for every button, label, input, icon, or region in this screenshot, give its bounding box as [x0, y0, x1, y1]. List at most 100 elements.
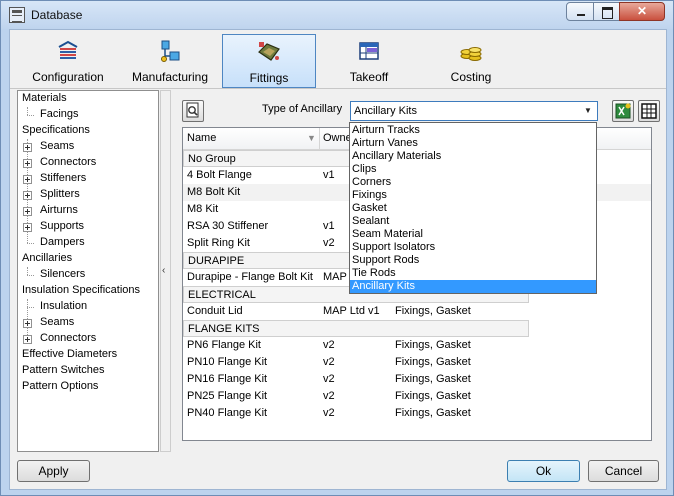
dropdown-option[interactable]: Airturn Vanes — [350, 137, 596, 150]
apply-button[interactable]: Apply — [17, 460, 90, 482]
tree-item-insulation-specifications[interactable]: Insulation Specifications — [18, 283, 158, 299]
tree-item-silencers[interactable]: Silencers — [18, 267, 158, 283]
title-bar[interactable]: Database — [1, 1, 673, 29]
ancillary-type-dropdown[interactable]: Airturn Tracks Airturn Vanes Ancillary M… — [349, 122, 597, 294]
cell-owner: v1 — [323, 220, 335, 232]
tree-item-specifications[interactable]: Specifications — [18, 123, 158, 139]
ancillary-type-select[interactable]: Ancillary Kits ▼ — [350, 101, 598, 121]
column-header-name[interactable]: Name — [187, 132, 216, 144]
maximize-button[interactable] — [593, 2, 620, 21]
cell-name: M8 Bolt Kit — [187, 186, 241, 198]
group-label: ELECTRICAL — [188, 289, 256, 301]
tree-item-pattern-options[interactable]: Pattern Options — [18, 379, 158, 395]
tree-item-insulation[interactable]: Insulation — [18, 299, 158, 315]
tree-item-materials[interactable]: Materials — [18, 91, 158, 107]
tree-item-label: Connectors — [40, 332, 97, 344]
tree-item-seams[interactable]: Seams — [18, 139, 158, 155]
cell-items: Fixings, Gasket — [395, 356, 471, 368]
cell-name: PN40 Flange Kit — [187, 407, 268, 419]
cell-name: PN16 Flange Kit — [187, 373, 268, 385]
toolbar-item-configuration[interactable]: Configuration — [22, 34, 114, 88]
cell-owner: v2 — [323, 339, 335, 351]
tree-item-stiffeners[interactable]: Stiffeners — [18, 171, 158, 187]
dropdown-option-selected[interactable]: Ancillary Kits — [350, 280, 596, 293]
expand-icon[interactable] — [23, 159, 32, 168]
tree-connector — [27, 243, 34, 244]
dropdown-option[interactable]: Tie Rods — [350, 267, 596, 280]
collapse-splitter[interactable]: ‹ — [160, 90, 171, 452]
tree-item-label: Seams — [40, 316, 75, 328]
expand-icon[interactable] — [23, 143, 32, 152]
cell-owner: v2 — [323, 237, 335, 249]
ok-button[interactable]: Ok — [507, 460, 580, 482]
group-row[interactable]: FLANGE KITS — [183, 320, 529, 337]
table-row[interactable]: PN16 Flange Kit v2 Fixings, Gasket — [183, 371, 651, 388]
expand-icon[interactable] — [23, 191, 32, 200]
toolbar-item-fittings[interactable]: Fittings — [222, 34, 316, 88]
toolbar-item-takeoff[interactable]: Takeoff — [326, 34, 412, 88]
cell-name: M8 Kit — [187, 203, 219, 215]
expand-icon[interactable] — [23, 175, 32, 184]
tree-connector — [27, 307, 34, 308]
dropdown-option[interactable]: Support Isolators — [350, 241, 596, 254]
cell-items: Fixings, Gasket — [395, 339, 471, 351]
table-row[interactable]: PN10 Flange Kit v2 Fixings, Gasket — [183, 354, 651, 371]
toolbar-item-costing[interactable]: Costing — [426, 34, 516, 88]
table-row[interactable]: PN25 Flange Kit v2 Fixings, Gasket — [183, 388, 651, 405]
dropdown-option[interactable]: Ancillary Materials — [350, 150, 596, 163]
cell-name: PN25 Flange Kit — [187, 390, 268, 402]
takeoff-icon — [359, 42, 379, 60]
grid-view-button[interactable] — [638, 100, 660, 122]
group-label: DURAPIPE — [188, 255, 245, 267]
type-of-ancillary-label: Type of Ancillary — [262, 103, 343, 115]
search-document-icon — [186, 102, 199, 118]
tree-item-label: Insulation Specifications — [22, 284, 141, 296]
close-button[interactable] — [619, 2, 665, 21]
cell-items: Fixings, Gasket — [395, 390, 471, 402]
dropdown-option[interactable]: Airturn Tracks — [350, 124, 596, 137]
table-row[interactable]: PN40 Flange Kit v2 Fixings, Gasket — [183, 405, 651, 422]
dropdown-option[interactable]: Seam Material — [350, 228, 596, 241]
dropdown-option[interactable]: Gasket — [350, 202, 596, 215]
minimize-button[interactable] — [566, 2, 594, 21]
tree-item-label: Effective Diameters — [22, 348, 118, 360]
dropdown-option[interactable]: Fixings — [350, 189, 596, 202]
tree-item-pattern-switches[interactable]: Pattern Switches — [18, 363, 158, 379]
table-row[interactable]: PN6 Flange Kit v2 Fixings, Gasket — [183, 337, 651, 354]
category-tree[interactable]: Materials Facings Specifications Seams C… — [17, 90, 159, 452]
expand-icon[interactable] — [23, 319, 32, 328]
tree-item-label: Pattern Switches — [22, 364, 105, 376]
tree-item-effective-diameters[interactable]: Effective Diameters — [18, 347, 158, 363]
category-toolbar: Configuration Manufacturing Fittings Tak… — [10, 30, 666, 89]
tree-item-splitters[interactable]: Splitters — [18, 187, 158, 203]
tree-item-label: Facings — [40, 108, 79, 120]
group-label: FLANGE KITS — [188, 323, 260, 335]
tree-item-ancillaries[interactable]: Ancillaries — [18, 251, 158, 267]
toolbar-item-manufacturing[interactable]: Manufacturing — [120, 34, 220, 88]
tree-item-airturns[interactable]: Airturns — [18, 203, 158, 219]
column-header-owner[interactable]: Owne — [323, 132, 352, 144]
expand-icon[interactable] — [23, 335, 32, 344]
column-separator[interactable] — [319, 128, 320, 150]
cell-name: Split Ring Kit — [187, 237, 250, 249]
cell-name: 4 Bolt Flange — [187, 169, 252, 181]
dropdown-option[interactable]: Clips — [350, 163, 596, 176]
tree-item-insulation-seams[interactable]: Seams — [18, 315, 158, 331]
expand-icon[interactable] — [23, 207, 32, 216]
expand-icon[interactable] — [23, 223, 32, 232]
cancel-button[interactable]: Cancel — [588, 460, 659, 482]
tree-item-label: Stiffeners — [40, 172, 87, 184]
table-row[interactable]: Conduit Lid MAP Ltd v1 Fixings, Gasket — [183, 303, 651, 320]
search-button[interactable] — [182, 100, 204, 122]
dropdown-option[interactable]: Support Rods — [350, 254, 596, 267]
sort-icon[interactable]: ▼ — [307, 133, 316, 143]
tree-item-insulation-connectors[interactable]: Connectors — [18, 331, 158, 347]
tree-item-dampers[interactable]: Dampers — [18, 235, 158, 251]
export-excel-button[interactable] — [612, 100, 634, 122]
dropdown-option[interactable]: Sealant — [350, 215, 596, 228]
tree-item-connectors[interactable]: Connectors — [18, 155, 158, 171]
tree-item-label: Ancillaries — [22, 252, 73, 264]
tree-item-facings[interactable]: Facings — [18, 107, 158, 123]
tree-item-supports[interactable]: Supports — [18, 219, 158, 235]
dropdown-option[interactable]: Corners — [350, 176, 596, 189]
